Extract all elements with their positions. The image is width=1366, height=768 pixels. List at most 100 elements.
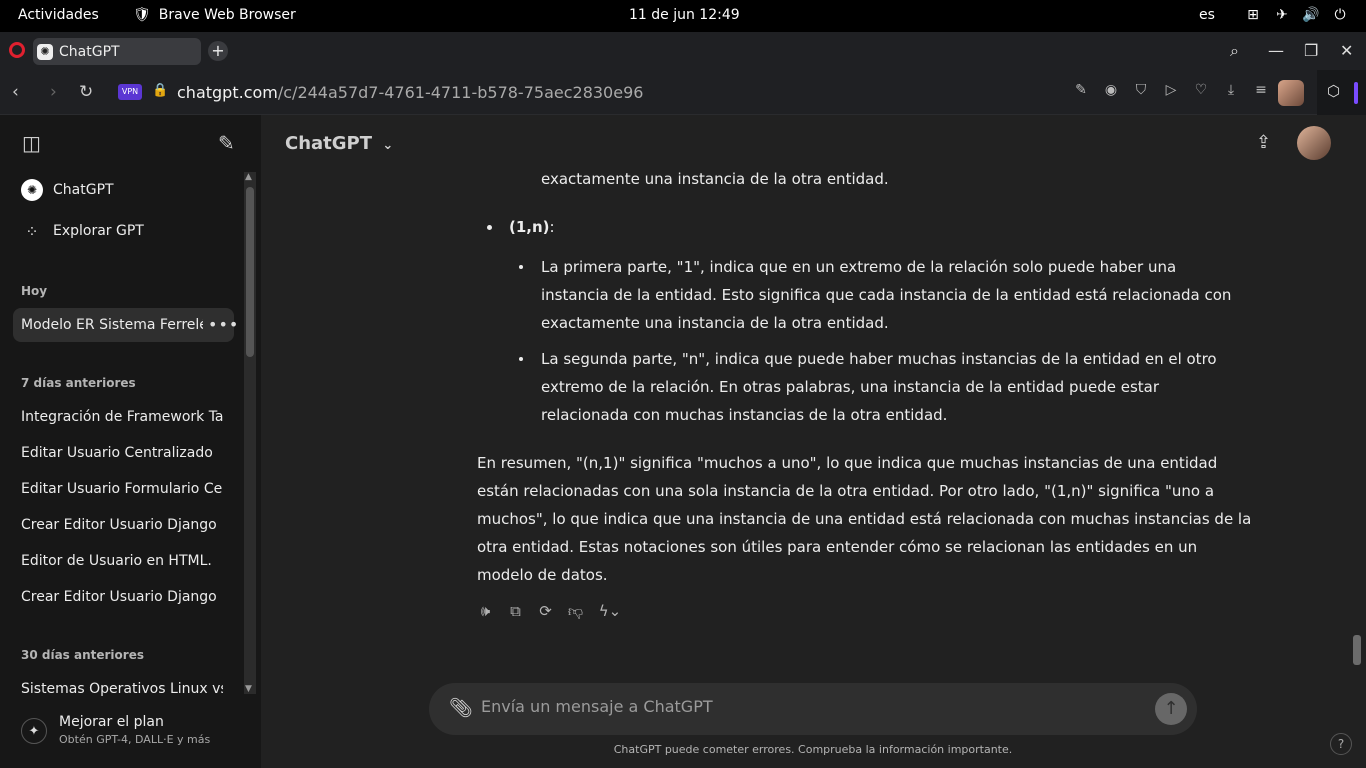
message-line: exactamente una instancia de la otra ent… <box>541 170 889 188</box>
sidebar-accent <box>1354 82 1358 104</box>
chat-scrollbar-thumb[interactable] <box>1353 635 1361 665</box>
address-bar-row: ‹ › ↻ VPN 🔒 chatgpt.com/c/244a57d7-4761-… <box>0 70 1366 115</box>
brave-lion-icon: 🛡 <box>133 7 151 23</box>
chat-sidebar: ◫ ✎ ✺ ChatGPT ⁘ Explorar GPT Hoy Modelo … <box>0 115 261 768</box>
scroll-thumb[interactable] <box>246 187 254 357</box>
model-switch-icon[interactable]: ϟ⌄ <box>597 602 623 621</box>
message-line: En resumen, "(n,1)" significa "muchos a … <box>477 454 1218 472</box>
heart-icon[interactable]: ♡ <box>1192 82 1210 98</box>
message-line: La segunda parte, "n", indica que puede … <box>541 350 1217 368</box>
user-avatar[interactable] <box>1297 126 1331 160</box>
disclaimer: ChatGPT puede cometer errores. Comprueba… <box>613 743 1013 756</box>
upgrade-plan-button[interactable]: ✦ Mejorar el plan Obtén GPT-4, DALL·E y … <box>21 714 210 746</box>
play-icon[interactable]: ▷ <box>1162 82 1180 98</box>
chat-history-item[interactable]: Sistemas Operativos Linux vs. Windows <box>21 681 223 697</box>
vpn-badge[interactable]: VPN <box>118 84 142 100</box>
read-aloud-icon[interactable]: 🕪 <box>477 602 494 621</box>
browser-sidebar-toggle[interactable]: ⬡ <box>1317 70 1366 115</box>
volume-icon: 🔊 <box>1302 7 1320 23</box>
search-tabs-icon[interactable]: ⌕ <box>1230 41 1239 61</box>
sidebar-item-label: Explorar GPT <box>53 223 144 239</box>
chat-history-item[interactable]: Crear Editor Usuario Django <box>21 589 223 605</box>
maximize-icon[interactable]: ❐ <box>1304 41 1318 60</box>
system-tray[interactable]: ⊞ ✈ 🔊 ⏻ <box>1245 6 1348 24</box>
browser-menu-icon[interactable] <box>9 42 25 58</box>
bullet <box>487 225 492 230</box>
sidebar-item-chatgpt[interactable]: ✺ ChatGPT <box>21 179 114 201</box>
sub-bullet <box>519 265 523 269</box>
chat-history-item[interactable]: Editor de Usuario en HTML. <box>21 553 223 569</box>
chat-history-item[interactable]: Modelo ER Sistema Ferreléctrico <box>21 317 203 333</box>
grid-icon: ⁘ <box>25 221 39 241</box>
minimize-icon[interactable]: — <box>1268 41 1284 60</box>
profile-avatar[interactable] <box>1278 80 1304 106</box>
clock[interactable]: 11 de jun 12:49 <box>629 7 740 23</box>
bullet-heading: (1,n): <box>509 213 555 241</box>
message-line: relacionada con muchas instancias de la … <box>541 406 948 424</box>
regenerate-icon[interactable]: ⟳ <box>537 602 554 621</box>
chat-history-item[interactable]: Editar Usuario Formulario Centralizado <box>21 481 223 497</box>
reload-icon[interactable]: ↻ <box>79 82 93 102</box>
openai-icon: ✺ <box>37 43 53 60</box>
sidebar-scrollbar[interactable]: ▲ ▼ <box>244 172 256 694</box>
chevron-down-icon: ⌄ <box>382 138 394 153</box>
power-icon: ⏻ <box>1334 7 1346 23</box>
input-language[interactable]: es <box>1199 7 1215 23</box>
copy-icon[interactable]: ⧉ <box>507 602 524 621</box>
message-line: están relacionadas con una sola instanci… <box>477 482 1215 500</box>
message-line: muchos", lo que indica que una instancia… <box>477 510 1252 528</box>
message-input[interactable] <box>481 697 1121 716</box>
message-line: La primera parte, "1", indica que en un … <box>541 258 1177 276</box>
app-name: Brave Web Browser <box>158 7 296 23</box>
bullet-colon: : <box>549 218 555 236</box>
cube-icon: ⬡ <box>1327 82 1341 100</box>
send-button[interactable]: ↑ <box>1155 693 1187 725</box>
chat-history-item[interactable]: Integración de Framework Tailwind <box>21 409 223 425</box>
app-menu[interactable]: 🛡 Brave Web Browser <box>133 7 296 23</box>
url-domain: chatgpt.com <box>177 83 278 102</box>
activities-button[interactable]: Actividades <box>18 7 99 23</box>
section-heading: 30 días anteriores <box>21 648 144 662</box>
menu-icon[interactable]: ≡ <box>1252 82 1270 98</box>
camera-icon[interactable]: ◉ <box>1102 82 1120 98</box>
lock-icon[interactable]: 🔒 <box>152 83 168 98</box>
chat-history-item[interactable]: Crear Editor Usuario Django <box>21 517 223 533</box>
airplane-icon: ✈ <box>1276 7 1288 23</box>
message-line: exactamente una instancia de la otra ent… <box>541 314 889 332</box>
section-heading: Hoy <box>21 284 48 298</box>
edit-icon[interactable]: ✎ <box>1072 82 1090 98</box>
forward-icon[interactable]: › <box>50 82 57 102</box>
url-path: /c/244a57d7-4761-4711-b578-75aec2830e96 <box>277 83 644 102</box>
new-tab-button[interactable]: + <box>208 41 228 61</box>
message-line: modelo de datos. <box>477 566 608 584</box>
bullet-label: (1,n) <box>509 218 550 236</box>
sidebar-item-explore-gpts[interactable]: ⁘ Explorar GPT <box>21 220 144 242</box>
model-name: ChatGPT <box>285 133 373 154</box>
tab-title: ChatGPT <box>59 43 120 60</box>
message-line: extremo de la relación. En otras palabra… <box>541 378 1160 396</box>
upgrade-subtitle: Obtén GPT-4, DALL·E y más <box>59 733 211 746</box>
attach-icon[interactable]: 📎︎ <box>449 696 473 719</box>
tab-chatgpt[interactable]: ✺ ChatGPT <box>33 38 201 65</box>
back-icon[interactable]: ‹ <box>12 82 19 102</box>
shield-icon[interactable]: ⛉ <box>1132 82 1150 98</box>
tab-strip: ✺ ChatGPT + ⌕ — ❐ ✕ <box>0 32 1366 70</box>
close-window-icon[interactable]: ✕ <box>1340 41 1353 60</box>
scroll-down-icon[interactable]: ▼ <box>245 684 252 694</box>
scroll-up-icon[interactable]: ▲ <box>245 172 252 182</box>
share-icon[interactable]: ⇪ <box>1256 132 1271 153</box>
new-chat-icon[interactable]: ✎ <box>218 131 235 155</box>
message-line: instancia de la entidad. Esto significa … <box>541 286 1232 304</box>
download-icon[interactable]: ⤓ <box>1222 82 1240 98</box>
section-heading: 7 días anteriores <box>21 376 136 390</box>
help-button[interactable]: ? <box>1330 733 1352 755</box>
url-field[interactable]: chatgpt.com/c/244a57d7-4761-4711-b578-75… <box>177 83 643 102</box>
sparkle-icon: ✦ <box>21 718 47 744</box>
model-selector[interactable]: ChatGPT ⌄ <box>285 133 393 154</box>
sub-bullet <box>519 357 523 361</box>
toggle-sidebar-icon[interactable]: ◫ <box>22 131 41 155</box>
message-composer: 📎︎ ↑ <box>429 683 1197 735</box>
chat-history-item[interactable]: Editar Usuario Centralizado <box>21 445 223 461</box>
more-options-icon[interactable]: ••• <box>208 315 239 334</box>
thumbs-down-icon[interactable]: 👎︎ <box>567 602 584 621</box>
